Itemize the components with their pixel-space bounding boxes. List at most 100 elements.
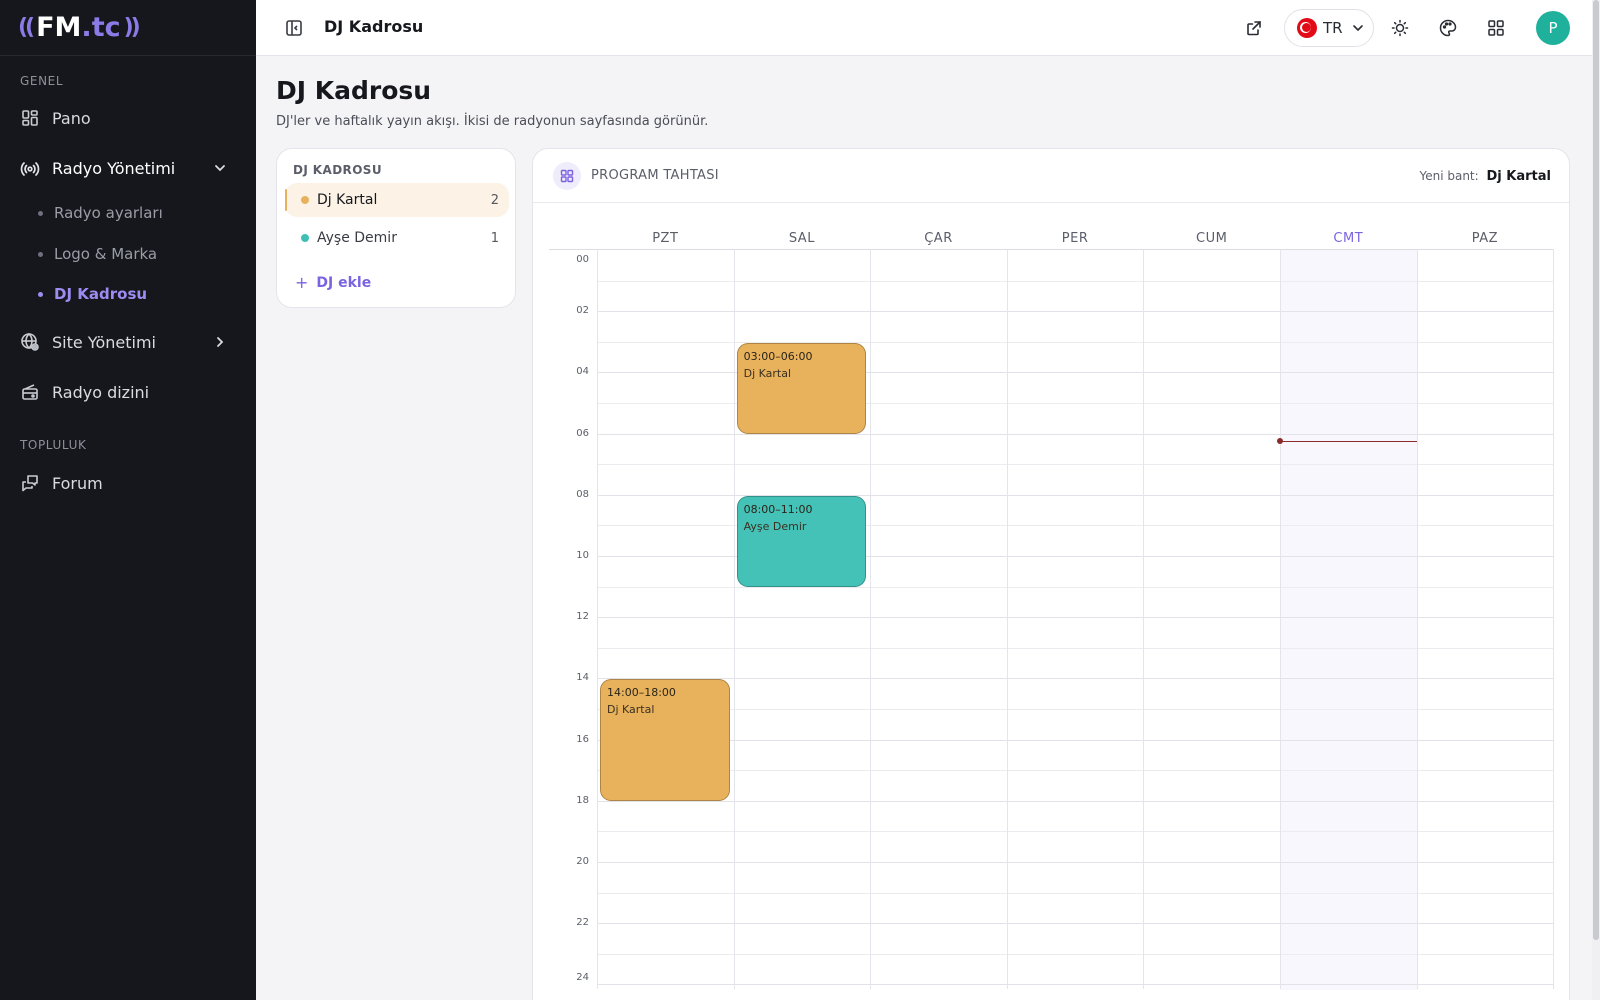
sidebar-subitem-label: Logo & Marka (54, 245, 158, 263)
page-scrollbar[interactable] (1592, 0, 1600, 1000)
hour-gridline (597, 280, 1553, 282)
hour-label: 04 (576, 366, 589, 378)
sidebar-item-pano[interactable]: Pano (20, 102, 236, 134)
new-band-indicator: Yeni bant: Dj Kartal (1419, 169, 1551, 184)
day-column-divider (1006, 249, 1008, 989)
dj-color-dot (301, 196, 309, 204)
hour-label: 00 (576, 254, 589, 265)
schedule-event[interactable]: 08:00–11:00 Ayşe Demir (736, 495, 867, 587)
sidebar-item-radyo-yonetimi[interactable]: Radyo Yönetimi (20, 152, 236, 184)
sidebar-item-radyo-dizini[interactable]: Radyo dizini (20, 376, 236, 408)
hour-gridline (597, 862, 1553, 863)
day-header-divider (549, 249, 1553, 250)
logo-left-waves: (( (18, 15, 35, 40)
dj-list-card: DJ KADROSU Dj Kartal 2 Ayşe Demir 1 + DJ… (276, 148, 516, 308)
sidebar-item-label: Site Yönetimi (52, 332, 156, 352)
new-band-value: Dj Kartal (1486, 169, 1551, 184)
schedule-event[interactable]: 14:00–18:00 Dj Kartal (600, 679, 730, 801)
apps-grid-button[interactable] (1484, 16, 1508, 40)
new-band-label: Yeni bant: (1419, 169, 1479, 183)
logo-dot: . (81, 12, 92, 43)
schedule-header: PROGRAM TAHTASI Yeni bant: Dj Kartal (533, 149, 1569, 203)
plus-icon: + (295, 273, 309, 292)
hour-label: 10 (576, 550, 589, 561)
sidebar-item-label: Radyo Yönetimi (52, 158, 176, 178)
day-header-5: CMT (1333, 231, 1364, 246)
sidebar-subitem-logo-marka[interactable]: Logo & Marka (38, 242, 157, 266)
add-dj-label: DJ ekle (316, 274, 372, 291)
day-column-divider (733, 249, 735, 989)
hour-label: 24 (576, 972, 589, 984)
sidebar-item-forum[interactable]: Forum (20, 467, 236, 499)
dj-name: Dj Kartal (317, 192, 378, 208)
schedule-title: PROGRAM TAHTASI (591, 168, 719, 183)
bullet-dot (38, 210, 43, 216)
day-header-4: CUM (1196, 231, 1228, 246)
current-time-line (1280, 441, 1417, 443)
external-link-button[interactable] (1242, 16, 1266, 40)
hour-gridline (597, 617, 1553, 619)
logo-fm: FM (36, 12, 82, 43)
brand-logo[interactable]: (( FM . tc )) (0, 0, 256, 56)
event-dj: Dj Kartal (743, 366, 792, 380)
bullet-dot (38, 251, 43, 257)
add-dj-button[interactable]: + DJ ekle (295, 273, 371, 292)
dj-slot-count: 2 (490, 192, 499, 208)
hour-gridline (597, 709, 1553, 710)
section-label-topluluk: TOPLULUK (20, 438, 87, 452)
external-link-icon (1247, 21, 1261, 36)
hour-gridline (597, 311, 1553, 313)
grid-icon (553, 162, 581, 190)
hour-gridline (597, 739, 1553, 741)
hour-gridline (597, 647, 1553, 649)
topbar: DJ Kadrosu TR P (256, 0, 1592, 56)
sidebar-subitem-radyo-ayarlari[interactable]: Radyo ayarları (38, 201, 163, 225)
hour-gridline (597, 433, 1553, 435)
dj-name: Ayşe Demir (317, 230, 397, 246)
day-header-2: ÇAR (924, 231, 953, 246)
event-time: 03:00–06:00 (743, 349, 813, 363)
event-dj: Ayşe Demir (743, 519, 807, 533)
event-time: 14:00–18:00 (607, 686, 676, 700)
schedule-grid[interactable]: PZT SAL ÇAR PER CUM CMT PAZ 00 02 04 06 08 10 12 14 16 1… (533, 203, 1569, 1000)
dj-list-title: DJ KADROSU (293, 163, 382, 177)
hour-label: 06 (576, 427, 589, 439)
hour-gridline (597, 953, 1553, 955)
hour-label: 16 (576, 733, 589, 745)
sidebar-subitem-dj-kadrosu[interactable]: DJ Kadrosu (38, 282, 147, 306)
language-selector[interactable]: TR (1284, 9, 1374, 47)
dj-list-item[interactable]: Dj Kartal 2 (285, 183, 509, 217)
sidebar-toggle-icon[interactable] (284, 18, 304, 38)
sidebar-item-site-yonetimi[interactable]: Site Yönetimi (20, 326, 236, 358)
apps-grid-icon (1488, 20, 1504, 36)
sidebar-subitem-label: DJ Kadrosu (54, 285, 148, 303)
hour-label: 12 (576, 611, 589, 623)
dashboard-icon (20, 108, 40, 128)
palette-icon (1439, 19, 1457, 37)
palette-button[interactable] (1436, 16, 1460, 40)
today-column-highlight (1280, 250, 1417, 990)
hour-gridline (597, 831, 1553, 833)
day-header-3: PER (1061, 231, 1089, 246)
scrollbar-thumb[interactable] (1593, 0, 1599, 940)
hour-gridline (597, 494, 1553, 496)
sidebar-item-label: Forum (52, 473, 103, 493)
day-column-divider (1416, 249, 1418, 989)
hour-gridline (597, 892, 1553, 894)
radio-icon (20, 382, 40, 402)
hour-gridline (597, 923, 1553, 925)
turkey-flag-icon (1297, 18, 1317, 38)
hour-gridline (597, 770, 1553, 772)
event-time: 08:00–11:00 (743, 502, 813, 516)
day-column-divider (1143, 249, 1145, 989)
user-avatar[interactable]: P (1536, 11, 1570, 45)
theme-toggle-button[interactable] (1388, 16, 1412, 40)
schedule-event[interactable]: 03:00–06:00 Dj Kartal (736, 342, 867, 434)
sun-icon (1391, 19, 1409, 37)
dj-list-item[interactable]: Ayşe Demir 1 (285, 221, 509, 255)
page-subtitle: DJ'ler ve haftalık yayın akışı. İkisi de… (276, 114, 709, 129)
day-header-1: SAL (788, 231, 815, 246)
forum-icon (20, 473, 40, 493)
section-label-genel: GENEL (20, 74, 64, 88)
sidebar: (( FM . tc )) GENEL Pano Radyo Yönetimi … (0, 0, 256, 1000)
